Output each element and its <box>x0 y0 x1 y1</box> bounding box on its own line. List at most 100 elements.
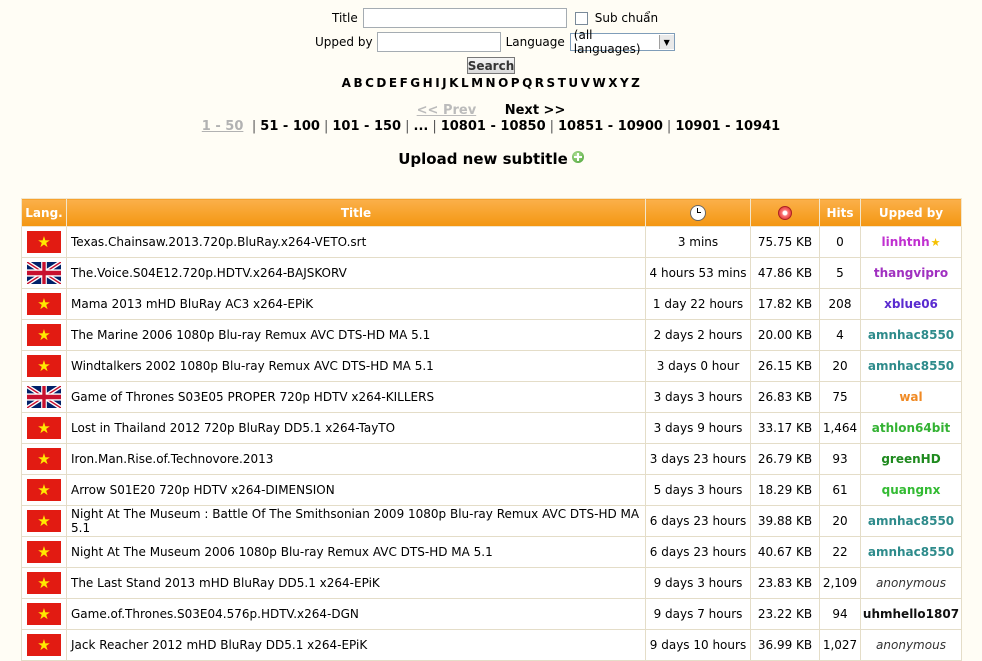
letter-link[interactable]: P <box>511 76 520 90</box>
letter-link[interactable]: T <box>558 76 567 90</box>
hits-cell: 93 <box>819 443 861 475</box>
time-cell: 6 days 23 hours <box>645 536 751 568</box>
letter-link[interactable]: R <box>535 76 545 90</box>
subtitle-link[interactable]: Iron.Man.Rise.of.Technovore.2013 <box>71 452 273 466</box>
letter-link[interactable]: W <box>592 76 606 90</box>
user-cell: amnhac8550 <box>860 319 962 351</box>
subtitle-link[interactable]: Lost in Thailand 2012 720p BluRay DD5.1 … <box>71 421 395 435</box>
subtitle-link[interactable]: The Last Stand 2013 mHD BluRay DD5.1 x26… <box>71 576 380 590</box>
size-header[interactable] <box>750 198 820 227</box>
letter-link[interactable]: J <box>442 76 447 90</box>
upload-label[interactable]: Upload new subtitle <box>398 150 568 168</box>
subtitle-link[interactable]: Jack Reacher 2012 mHD BluRay DD5.1 x264-… <box>71 638 367 652</box>
subtitle-link[interactable]: Windtalkers 2002 1080p Blu-ray Remux AVC… <box>71 359 434 373</box>
title-header[interactable]: Title <box>66 198 646 227</box>
chevron-down-icon[interactable]: ▼ <box>658 35 674 49</box>
page-link[interactable]: 10901 - 10941 <box>675 119 780 134</box>
page-separator: | <box>323 119 329 134</box>
sub-chuan-checkbox[interactable] <box>574 11 588 25</box>
user-link[interactable]: xblue06 <box>884 297 938 311</box>
lang-cell <box>21 257 67 289</box>
title-cell: Game.of.Thrones.S03E04.576p.HDTV.x264-DG… <box>66 598 646 630</box>
user-link[interactable]: greenHD <box>881 452 940 466</box>
prev-link[interactable]: << Prev <box>417 103 477 118</box>
user-cell: athlon64bit <box>860 412 962 444</box>
user-link[interactable]: uhmhello1807 <box>863 607 959 621</box>
size-cell: 17.82 KB <box>750 288 820 320</box>
title-cell: Texas.Chainsaw.2013.720p.BluRay.x264-VET… <box>66 226 646 258</box>
letter-link[interactable]: C <box>365 76 374 90</box>
user-link[interactable]: thangvipro <box>874 266 948 280</box>
subtitle-link[interactable]: The.Voice.S04E12.720p.HDTV.x264-BAJSKORV <box>71 266 347 280</box>
subtitle-link[interactable]: The Marine 2006 1080p Blu-ray Remux AVC … <box>71 328 430 342</box>
title-cell: Iron.Man.Rise.of.Technovore.2013 <box>66 443 646 475</box>
user-link[interactable]: wal <box>899 390 922 404</box>
user-link[interactable]: amnhac8550 <box>868 545 954 559</box>
subtitle-link[interactable]: Game.of.Thrones.S03E04.576p.HDTV.x264-DG… <box>71 607 359 621</box>
letter-link[interactable]: O <box>498 76 509 90</box>
title-cell: Night At The Museum : Battle Of The Smit… <box>66 505 646 537</box>
letter-link[interactable]: Y <box>620 76 629 90</box>
time-header[interactable] <box>645 198 751 227</box>
letter-link[interactable]: L <box>461 76 469 90</box>
page-link[interactable]: 10851 - 10900 <box>558 119 663 134</box>
user-link[interactable]: quangnx <box>882 483 941 497</box>
user-header[interactable]: Upped by <box>860 198 962 227</box>
letter-link[interactable]: M <box>471 76 483 90</box>
vietnam-flag-icon <box>27 541 61 563</box>
user-cell: amnhac8550 <box>860 536 962 568</box>
letter-link[interactable]: B <box>353 76 363 90</box>
user-cell: greenHD <box>860 443 962 475</box>
title-input[interactable] <box>362 8 567 28</box>
table-row: Night At The Museum 2006 1080p Blu-ray R… <box>21 536 962 568</box>
letter-link[interactable]: Z <box>631 76 640 90</box>
letter-link[interactable]: S <box>547 76 556 90</box>
user-link[interactable]: amnhac8550 <box>868 359 954 373</box>
letter-link[interactable]: Q <box>522 76 533 90</box>
uk-flag-icon <box>27 386 61 408</box>
subtitle-link[interactable]: Mama 2013 mHD BluRay AC3 x264-EPiK <box>71 297 313 311</box>
letter-link[interactable]: E <box>389 76 398 90</box>
user-cell: amnhac8550 <box>860 505 962 537</box>
user-link[interactable]: amnhac8550 <box>868 328 954 342</box>
add-icon[interactable] <box>571 151 584 163</box>
subtitle-link[interactable]: Arrow S01E20 720p HDTV x264-DIMENSION <box>71 483 335 497</box>
upped-by-row: Upped by Language (all languages) ▼ <box>315 28 675 56</box>
subtitle-link[interactable]: Texas.Chainsaw.2013.720p.BluRay.x264-VET… <box>71 235 366 249</box>
language-select[interactable]: (all languages) ▼ <box>569 28 675 56</box>
user-cell: xblue06 <box>860 288 962 320</box>
letter-link[interactable]: U <box>568 76 578 90</box>
size-cell: 20.00 KB <box>750 319 820 351</box>
star-icon: ★ <box>930 236 941 249</box>
letter-link[interactable]: K <box>449 76 459 90</box>
next-link[interactable]: Next >> <box>505 103 566 118</box>
page-link[interactable]: 51 - 100 <box>260 119 320 134</box>
letter-link[interactable]: A <box>342 76 352 90</box>
lang-cell <box>21 443 67 475</box>
page-link[interactable]: 101 - 150 <box>332 119 401 134</box>
letter-link[interactable]: X <box>608 76 618 90</box>
letter-link[interactable]: H <box>423 76 434 90</box>
upload-link[interactable]: Upload new subtitle <box>0 150 982 168</box>
letter-link[interactable]: F <box>400 76 409 90</box>
size-cell: 23.83 KB <box>750 567 820 599</box>
hits-cell: 0 <box>819 226 861 258</box>
letter-link[interactable]: N <box>486 76 497 90</box>
page-link[interactable]: 10801 - 10850 <box>441 119 546 134</box>
letter-link[interactable]: V <box>581 76 591 90</box>
subtitle-link[interactable]: Night At The Museum 2006 1080p Blu-ray R… <box>71 545 493 559</box>
subtitle-link[interactable]: Night At The Museum : Battle Of The Smit… <box>71 507 639 535</box>
hits-header[interactable]: Hits <box>819 198 861 227</box>
letter-link[interactable]: I <box>435 76 440 90</box>
subtitle-link[interactable]: Game of Thrones S03E05 PROPER 720p HDTV … <box>71 390 434 404</box>
user-link[interactable]: linhtnh <box>881 235 929 249</box>
hits-cell: 94 <box>819 598 861 630</box>
user-link[interactable]: amnhac8550 <box>868 514 954 528</box>
upped-by-input[interactable] <box>376 32 501 52</box>
letter-link[interactable]: G <box>410 76 420 90</box>
user-link[interactable]: athlon64bit <box>872 421 950 435</box>
search-button[interactable]: Search <box>467 57 515 74</box>
size-cell: 75.75 KB <box>750 226 820 258</box>
lang-header[interactable]: Lang. <box>21 198 67 227</box>
letter-link[interactable]: D <box>376 76 386 90</box>
